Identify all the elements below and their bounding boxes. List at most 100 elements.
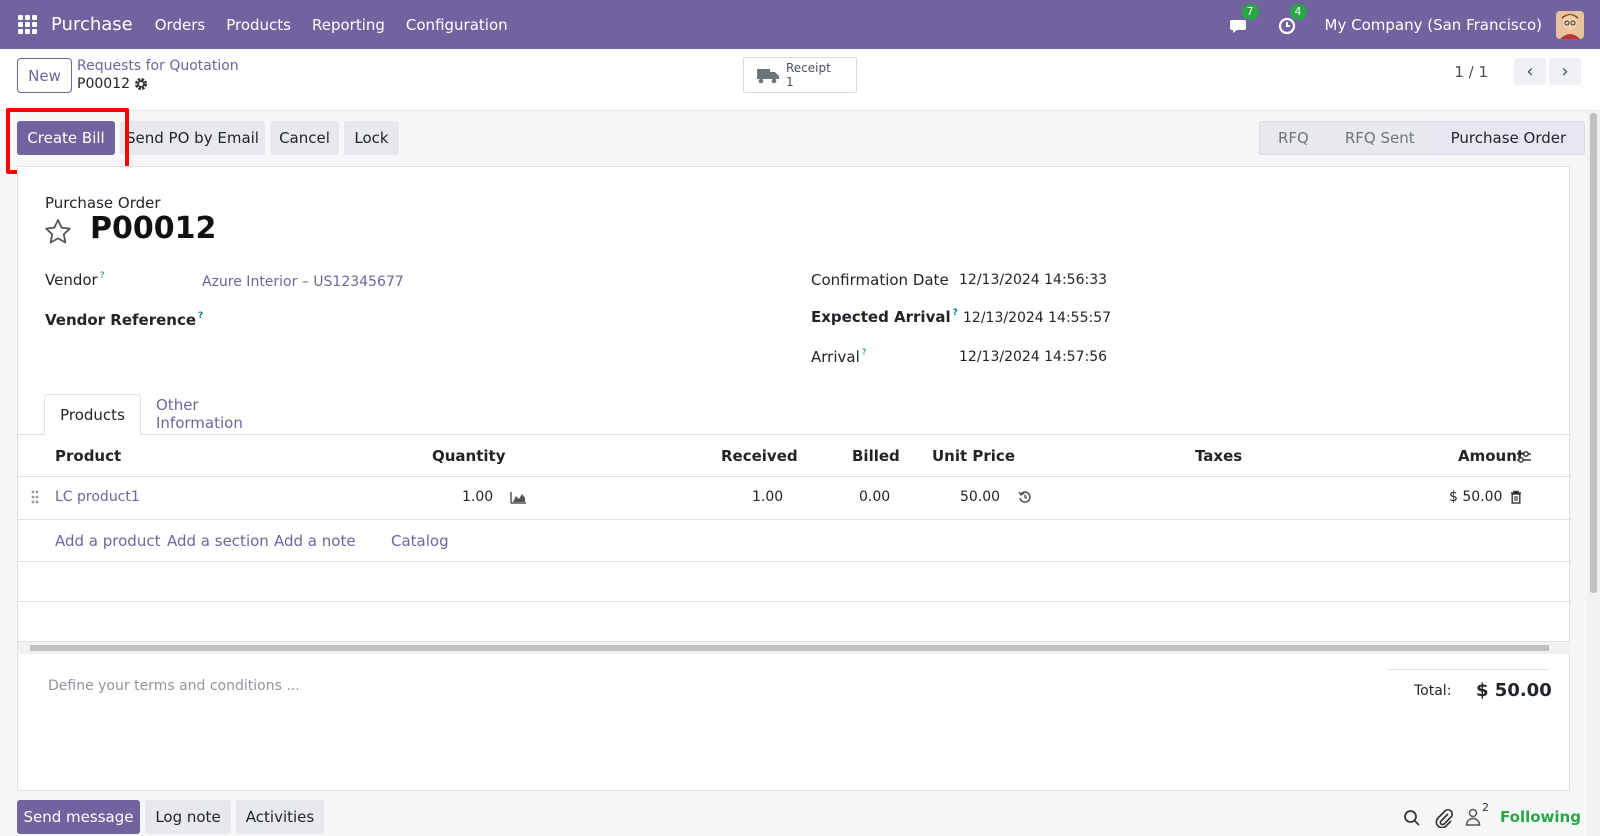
messages-badge: 7 bbox=[1241, 3, 1259, 20]
notebook-tabs: Products Other Information bbox=[18, 393, 1571, 436]
row-received[interactable]: 1.00 bbox=[752, 489, 783, 505]
chevron-right-icon: › bbox=[1561, 61, 1569, 82]
form-sheet: Purchase Order P00012 Vendor? Azure Inte… bbox=[17, 166, 1571, 791]
expected-arrival-help-icon[interactable]: ? bbox=[953, 308, 958, 318]
expected-arrival-field[interactable]: 12/13/2024 14:55:57 bbox=[963, 310, 1111, 326]
catalog-link[interactable]: Catalog bbox=[391, 532, 449, 550]
empty-row bbox=[18, 562, 1571, 602]
total-value: $ 50.00 bbox=[1476, 680, 1552, 701]
tab-products[interactable]: Products bbox=[44, 394, 141, 436]
activities-badge: 4 bbox=[1289, 3, 1307, 20]
document-type-label: Purchase Order bbox=[45, 194, 161, 212]
paperclip-icon[interactable] bbox=[1435, 808, 1453, 828]
stage-purchase-order[interactable]: Purchase Order bbox=[1432, 122, 1585, 154]
receipt-count: 1 bbox=[786, 75, 794, 89]
arrival-help-icon[interactable]: ? bbox=[862, 348, 867, 358]
activities-button[interactable]: Activities bbox=[236, 800, 324, 834]
menu-products[interactable]: Products bbox=[226, 16, 291, 34]
chevron-left-icon: ‹ bbox=[1526, 61, 1534, 82]
column-received[interactable]: Received bbox=[721, 447, 798, 465]
apps-menu-icon[interactable] bbox=[18, 14, 38, 35]
vendor-reference-help-icon[interactable]: ? bbox=[198, 311, 203, 321]
terms-conditions-field[interactable]: Define your terms and conditions ... bbox=[48, 678, 300, 694]
vertical-scrollbar-thumb[interactable] bbox=[1590, 113, 1597, 593]
vendor-reference-label: Vendor Reference? bbox=[45, 311, 203, 329]
lock-button[interactable]: Lock bbox=[344, 121, 399, 155]
row-unit-price[interactable]: 50.00 bbox=[960, 489, 1000, 505]
menu-orders[interactable]: Orders bbox=[155, 16, 205, 34]
user-avatar[interactable] bbox=[1556, 10, 1584, 39]
pager-previous-button[interactable]: ‹ bbox=[1514, 58, 1546, 85]
trash-icon[interactable] bbox=[1510, 490, 1522, 504]
column-settings-icon[interactable] bbox=[1516, 449, 1532, 465]
messages-icon[interactable]: 7 bbox=[1229, 3, 1259, 36]
column-taxes[interactable]: Taxes bbox=[1195, 447, 1242, 465]
expected-arrival-label-text: Expected Arrival bbox=[811, 308, 951, 326]
column-unit-price[interactable]: Unit Price bbox=[932, 447, 1015, 465]
row-product[interactable]: LC product1 bbox=[55, 489, 140, 505]
arrival-field[interactable]: 12/13/2024 14:57:56 bbox=[959, 349, 1107, 365]
log-note-button[interactable]: Log note bbox=[145, 800, 231, 834]
confirmation-date-label: Confirmation Date bbox=[811, 271, 949, 289]
following-button[interactable]: Following bbox=[1500, 808, 1581, 826]
vendor-label-text: Vendor bbox=[45, 271, 98, 289]
vendor-help-icon[interactable]: ? bbox=[100, 271, 105, 281]
total-divider bbox=[1388, 669, 1548, 670]
menu-reporting[interactable]: Reporting bbox=[312, 16, 385, 34]
pager-next-button[interactable]: › bbox=[1549, 58, 1581, 85]
breadcrumb-current-label: P00012 bbox=[77, 76, 130, 92]
followers-count: 2 bbox=[1482, 801, 1489, 814]
top-navbar: Purchase Orders Products Reporting Confi… bbox=[0, 0, 1600, 49]
receipt-label: Receipt bbox=[786, 61, 831, 75]
highlight-annotation-box bbox=[6, 108, 129, 174]
vendor-label: Vendor? bbox=[45, 271, 104, 289]
row-quantity[interactable]: 1.00 bbox=[462, 489, 493, 505]
column-billed[interactable]: Billed bbox=[852, 447, 900, 465]
column-amount[interactable]: Amount bbox=[1458, 447, 1524, 465]
row-amount: $ 50.00 bbox=[1449, 489, 1503, 505]
activities-icon[interactable]: 4 bbox=[1277, 3, 1307, 36]
vendor-reference-label-text: Vendor Reference bbox=[45, 311, 197, 329]
horizontal-scrollbar-thumb[interactable] bbox=[30, 645, 1549, 651]
send-message-button[interactable]: Send message bbox=[17, 800, 140, 834]
add-section-link[interactable]: Add a section bbox=[167, 532, 269, 550]
cancel-button[interactable]: Cancel bbox=[270, 121, 339, 155]
stage-rfq[interactable]: RFQ bbox=[1260, 122, 1327, 154]
column-quantity[interactable]: Quantity bbox=[432, 447, 506, 465]
new-button[interactable]: New bbox=[17, 58, 72, 93]
add-product-link[interactable]: Add a product bbox=[55, 532, 160, 550]
confirmation-date-field[interactable]: 12/13/2024 14:56:33 bbox=[959, 272, 1107, 288]
tab-other-information[interactable]: Other Information bbox=[156, 393, 284, 435]
arrival-label: Arrival? bbox=[811, 348, 867, 366]
star-icon[interactable] bbox=[43, 217, 73, 247]
expected-arrival-label: Expected Arrival? bbox=[811, 308, 958, 326]
column-product[interactable]: Product bbox=[55, 447, 121, 465]
row-billed: 0.00 bbox=[859, 489, 891, 505]
receipt-smart-button[interactable]: Receipt 1 bbox=[743, 57, 857, 93]
forecast-chart-icon[interactable] bbox=[510, 491, 527, 504]
empty-row bbox=[18, 602, 1571, 642]
search-icon[interactable] bbox=[1403, 809, 1421, 827]
table-row[interactable]: LC product1 1.00 1.00 0.00 50.00 $ 50.00 bbox=[18, 477, 1571, 520]
add-note-link[interactable]: Add a note bbox=[274, 532, 356, 550]
chatter-bar: Send message Log note Activities 2 Follo… bbox=[0, 791, 1600, 836]
menu-configuration[interactable]: Configuration bbox=[406, 16, 508, 34]
breadcrumb-parent[interactable]: Requests for Quotation bbox=[77, 58, 239, 74]
document-name: P00012 bbox=[90, 211, 217, 246]
arrival-label-text: Arrival bbox=[811, 348, 860, 366]
send-po-by-email-button[interactable]: Send PO by Email bbox=[120, 121, 265, 155]
vendor-field[interactable]: Azure Interior – US12345677 bbox=[202, 274, 404, 290]
company-switcher[interactable]: My Company (San Francisco) bbox=[1325, 16, 1542, 34]
drag-handle-icon[interactable] bbox=[31, 489, 39, 505]
add-line-row: Add a product Add a section Add a note C… bbox=[18, 520, 1571, 562]
vertical-scrollbar[interactable] bbox=[1587, 111, 1600, 836]
breadcrumb-current: P00012 bbox=[77, 76, 148, 92]
followers-icon[interactable] bbox=[1465, 808, 1481, 826]
app-name[interactable]: Purchase bbox=[51, 14, 133, 35]
pager-value[interactable]: 1 / 1 bbox=[1454, 63, 1488, 81]
truck-icon bbox=[757, 69, 779, 84]
horizontal-scrollbar[interactable] bbox=[18, 642, 1571, 654]
gear-icon[interactable] bbox=[134, 77, 148, 91]
stage-rfq-sent[interactable]: RFQ Sent bbox=[1327, 122, 1433, 154]
reset-price-icon[interactable] bbox=[1018, 490, 1032, 504]
